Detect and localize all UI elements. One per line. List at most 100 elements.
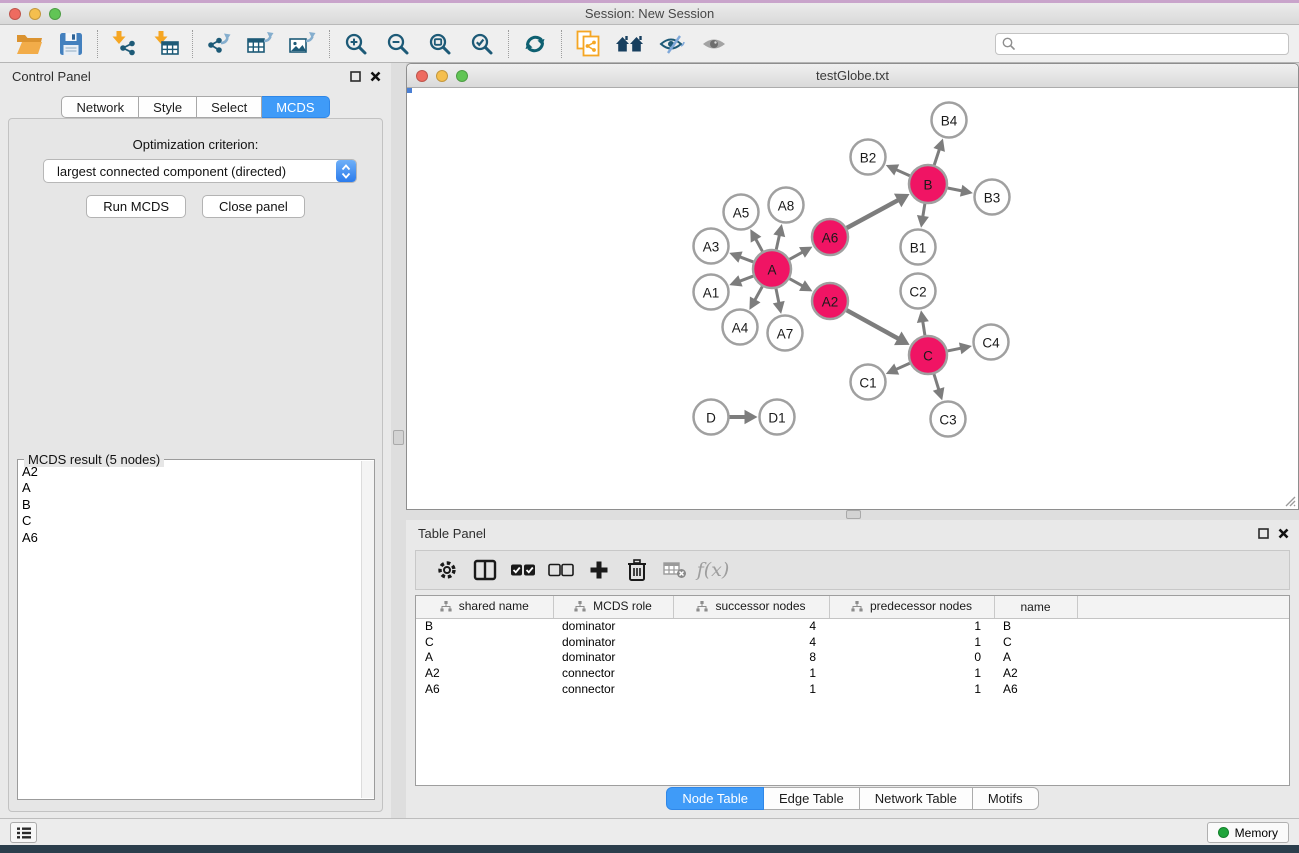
export-network-icon[interactable] bbox=[198, 27, 240, 61]
graph-node-B[interactable]: B bbox=[909, 165, 947, 203]
network-window-titlebar[interactable]: testGlobe.txt bbox=[407, 64, 1298, 88]
table-cell[interactable] bbox=[1077, 650, 1290, 666]
export-table-icon[interactable] bbox=[240, 27, 282, 61]
duplicate-network-icon[interactable] bbox=[567, 27, 609, 61]
import-network-icon[interactable] bbox=[103, 27, 145, 61]
graph-node-A4[interactable]: A4 bbox=[723, 310, 758, 345]
graph-node-A8[interactable]: A8 bbox=[769, 188, 804, 223]
table-cell[interactable]: 1 bbox=[673, 681, 829, 697]
graph-edge-C-C3[interactable] bbox=[934, 374, 939, 390]
table-row[interactable]: A6connector11A6 bbox=[416, 681, 1290, 697]
mcds-result-item[interactable]: A6 bbox=[18, 530, 360, 546]
table-cell[interactable]: C bbox=[994, 634, 1077, 650]
show-all-icon[interactable] bbox=[693, 27, 735, 61]
task-history-button[interactable] bbox=[10, 822, 37, 843]
tab-node-table[interactable]: Node Table bbox=[666, 787, 764, 810]
mcds-result-item[interactable]: B bbox=[18, 497, 360, 513]
close-panel-button[interactable]: Close panel bbox=[202, 195, 305, 218]
graph-node-B1[interactable]: B1 bbox=[901, 230, 936, 265]
split-grip-icon[interactable] bbox=[846, 510, 861, 519]
search-box[interactable] bbox=[995, 33, 1289, 55]
table-cell[interactable]: 1 bbox=[829, 681, 994, 697]
close-panel-icon[interactable] bbox=[370, 71, 381, 82]
first-neighbors-icon[interactable] bbox=[609, 27, 651, 61]
graph-node-D[interactable]: D bbox=[694, 400, 729, 435]
zoom-in-icon[interactable] bbox=[335, 27, 377, 61]
graph-edge-A-A5[interactable] bbox=[755, 238, 762, 251]
table-cell[interactable]: A6 bbox=[994, 681, 1077, 697]
table-row[interactable]: Adominator80A bbox=[416, 650, 1290, 666]
column-header-mcds-role[interactable]: MCDS role bbox=[553, 596, 673, 618]
table-cell[interactable]: connector bbox=[553, 681, 673, 697]
tab-select[interactable]: Select bbox=[197, 96, 262, 118]
graph-node-C4[interactable]: C4 bbox=[974, 325, 1009, 360]
graph-node-A[interactable]: A bbox=[753, 250, 791, 288]
graph-edge-B-B3[interactable] bbox=[948, 188, 963, 191]
tab-motifs[interactable]: Motifs bbox=[973, 787, 1039, 810]
table-cell[interactable]: dominator bbox=[553, 650, 673, 666]
table-row[interactable]: Cdominator41C bbox=[416, 634, 1290, 650]
graph-node-A7[interactable]: A7 bbox=[768, 316, 803, 351]
tab-style[interactable]: Style bbox=[139, 96, 197, 118]
table-cell[interactable]: dominator bbox=[553, 634, 673, 650]
open-file-icon[interactable] bbox=[8, 27, 50, 61]
delete-columns-icon[interactable] bbox=[618, 554, 656, 586]
table-cell[interactable]: 1 bbox=[829, 665, 994, 681]
column-header-name[interactable]: name bbox=[994, 596, 1077, 618]
graph-node-C3[interactable]: C3 bbox=[931, 402, 966, 437]
close-panel-icon[interactable] bbox=[1278, 528, 1289, 539]
graph-node-A2[interactable]: A2 bbox=[812, 283, 848, 319]
mcds-result-item[interactable]: A bbox=[18, 480, 360, 496]
graph-node-B2[interactable]: B2 bbox=[851, 140, 886, 175]
tab-network[interactable]: Network bbox=[61, 96, 139, 118]
graph-node-C2[interactable]: C2 bbox=[901, 274, 936, 309]
mcds-result-scrollbar[interactable] bbox=[361, 461, 374, 798]
zoom-selected-icon[interactable] bbox=[461, 27, 503, 61]
graph-node-A1[interactable]: A1 bbox=[694, 275, 729, 310]
table-cell[interactable]: A bbox=[994, 650, 1077, 666]
hide-selected-icon[interactable] bbox=[651, 27, 693, 61]
table-cell[interactable]: B bbox=[416, 618, 553, 634]
graph-node-B3[interactable]: B3 bbox=[975, 180, 1010, 215]
table-row[interactable]: Bdominator41B bbox=[416, 618, 1290, 634]
zoom-out-icon[interactable] bbox=[377, 27, 419, 61]
graph-edge-A-A1[interactable] bbox=[739, 276, 753, 281]
table-cell[interactable]: A2 bbox=[416, 665, 553, 681]
resize-grip-icon[interactable] bbox=[1282, 493, 1296, 507]
graph-edge-A-A2[interactable] bbox=[790, 279, 804, 287]
graph-edge-B-B1[interactable] bbox=[923, 204, 925, 218]
graph-node-A3[interactable]: A3 bbox=[694, 229, 729, 264]
unselect-all-columns-icon[interactable] bbox=[542, 554, 580, 586]
vertical-split-divider[interactable] bbox=[391, 63, 406, 818]
tab-mcds[interactable]: MCDS bbox=[262, 96, 329, 118]
run-mcds-button[interactable]: Run MCDS bbox=[86, 195, 186, 218]
table-cell[interactable]: 4 bbox=[673, 634, 829, 650]
network-canvas[interactable]: AA1A2A3A4A5A6A7A8BB1B2B3B4CC1C2C3C4DD1 bbox=[407, 88, 1298, 509]
table-cell[interactable]: 1 bbox=[673, 665, 829, 681]
table-cell[interactable]: A2 bbox=[994, 665, 1077, 681]
horizontal-split-divider[interactable] bbox=[406, 510, 1299, 520]
add-column-icon[interactable] bbox=[580, 554, 618, 586]
network-graph[interactable]: AA1A2A3A4A5A6A7A8BB1B2B3B4CC1C2C3C4DD1 bbox=[407, 88, 1298, 509]
graph-node-C[interactable]: C bbox=[909, 336, 947, 374]
search-input[interactable] bbox=[1020, 37, 1282, 51]
table-cell[interactable]: 1 bbox=[829, 618, 994, 634]
table-cell[interactable]: A bbox=[416, 650, 553, 666]
graph-edge-A-A6[interactable] bbox=[790, 252, 804, 260]
graph-edge-B-B4[interactable] bbox=[934, 149, 939, 165]
table-settings-icon[interactable] bbox=[428, 554, 466, 586]
column-header-successor-nodes[interactable]: successor nodes bbox=[673, 596, 829, 618]
graph-edge-C-C2[interactable] bbox=[923, 321, 925, 336]
export-image-icon[interactable] bbox=[282, 27, 324, 61]
table-cell[interactable]: A6 bbox=[416, 681, 553, 697]
mcds-result-item[interactable]: A2 bbox=[18, 464, 360, 480]
mcds-result-item[interactable]: C bbox=[18, 513, 360, 529]
table-cell[interactable]: C bbox=[416, 634, 553, 650]
table-cell[interactable] bbox=[1077, 634, 1290, 650]
graph-edge-A-A4[interactable] bbox=[754, 287, 762, 301]
column-header-shared-name[interactable]: shared name bbox=[416, 596, 553, 618]
graph-edge-A2-C[interactable] bbox=[847, 310, 899, 339]
graph-node-A6[interactable]: A6 bbox=[812, 219, 848, 255]
graph-node-B4[interactable]: B4 bbox=[932, 103, 967, 138]
graph-edge-C-C4[interactable] bbox=[948, 348, 962, 351]
